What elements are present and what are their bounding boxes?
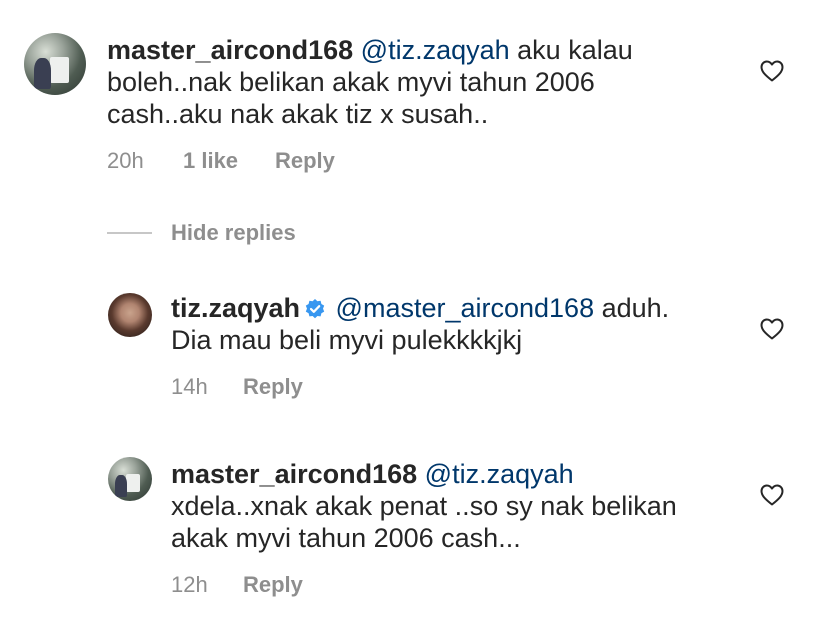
avatar-image-detail bbox=[33, 57, 52, 89]
comment-username[interactable]: tiz.zaqyah bbox=[171, 293, 300, 323]
comment-body: akak myvi tahun 2006 cash... bbox=[171, 523, 521, 553]
comment-username[interactable]: master_aircond168 bbox=[107, 35, 353, 65]
comment-body: aku kalau bbox=[517, 35, 633, 65]
replies-divider bbox=[107, 232, 152, 234]
hide-replies-button[interactable]: Hide replies bbox=[171, 220, 296, 245]
comment-meta: 14h bbox=[171, 374, 208, 400]
comment-text: tiz.zaqyah @master_aircond168 aduh. Dia … bbox=[171, 292, 731, 356]
avatar[interactable] bbox=[108, 293, 152, 337]
reply-button[interactable]: Reply bbox=[243, 374, 303, 399]
avatar-image-detail bbox=[115, 474, 128, 497]
comment-mention[interactable]: @tiz.zaqyah bbox=[425, 459, 574, 489]
heart-icon[interactable] bbox=[760, 484, 784, 506]
avatar-image-detail bbox=[50, 56, 69, 83]
comment-meta: 1 like bbox=[183, 148, 238, 174]
comment-username[interactable]: master_aircond168 bbox=[171, 459, 417, 489]
comment-meta: 20h bbox=[107, 148, 144, 174]
verified-badge-icon bbox=[305, 299, 325, 319]
comment-body: cash..aku nak akak tiz x susah.. bbox=[107, 99, 489, 129]
comment-body: Dia mau beli myvi pulekkkkjkj bbox=[171, 325, 523, 355]
comment-mention[interactable]: @tiz.zaqyah bbox=[361, 35, 510, 65]
comment-time: 12h bbox=[171, 572, 208, 597]
comment-time: 14h bbox=[171, 374, 208, 399]
reply-button[interactable]: Reply bbox=[243, 572, 303, 597]
comment-meta: Reply bbox=[243, 374, 303, 400]
comment-time: 20h bbox=[107, 148, 144, 173]
comment-text: master_aircond168 @tiz.zaqyah aku kalau … bbox=[107, 34, 727, 130]
comment-meta: 12h bbox=[171, 572, 208, 598]
avatar-image-detail bbox=[126, 473, 140, 493]
heart-icon[interactable] bbox=[760, 318, 784, 340]
likes-count[interactable]: 1 like bbox=[183, 148, 238, 173]
comment-thread: master_aircond168 @tiz.zaqyah aku kalau … bbox=[0, 0, 828, 620]
comment-meta: Reply bbox=[275, 148, 335, 174]
comment-mention[interactable]: @master_aircond168 bbox=[336, 293, 595, 323]
comment-text: master_aircond168 @tiz.zaqyah xdela..xna… bbox=[171, 458, 741, 554]
avatar[interactable] bbox=[108, 457, 152, 501]
comment-body: xdela..xnak akak penat ..so sy nak belik… bbox=[171, 491, 677, 521]
heart-icon[interactable] bbox=[760, 60, 784, 82]
replies-toggle[interactable]: Hide replies bbox=[171, 220, 296, 246]
reply-button[interactable]: Reply bbox=[275, 148, 335, 173]
comment-body: boleh..nak belikan akak myvi tahun 2006 bbox=[107, 67, 595, 97]
avatar[interactable] bbox=[24, 33, 86, 95]
comment-body: aduh. bbox=[601, 293, 670, 323]
comment-meta: Reply bbox=[243, 572, 303, 598]
